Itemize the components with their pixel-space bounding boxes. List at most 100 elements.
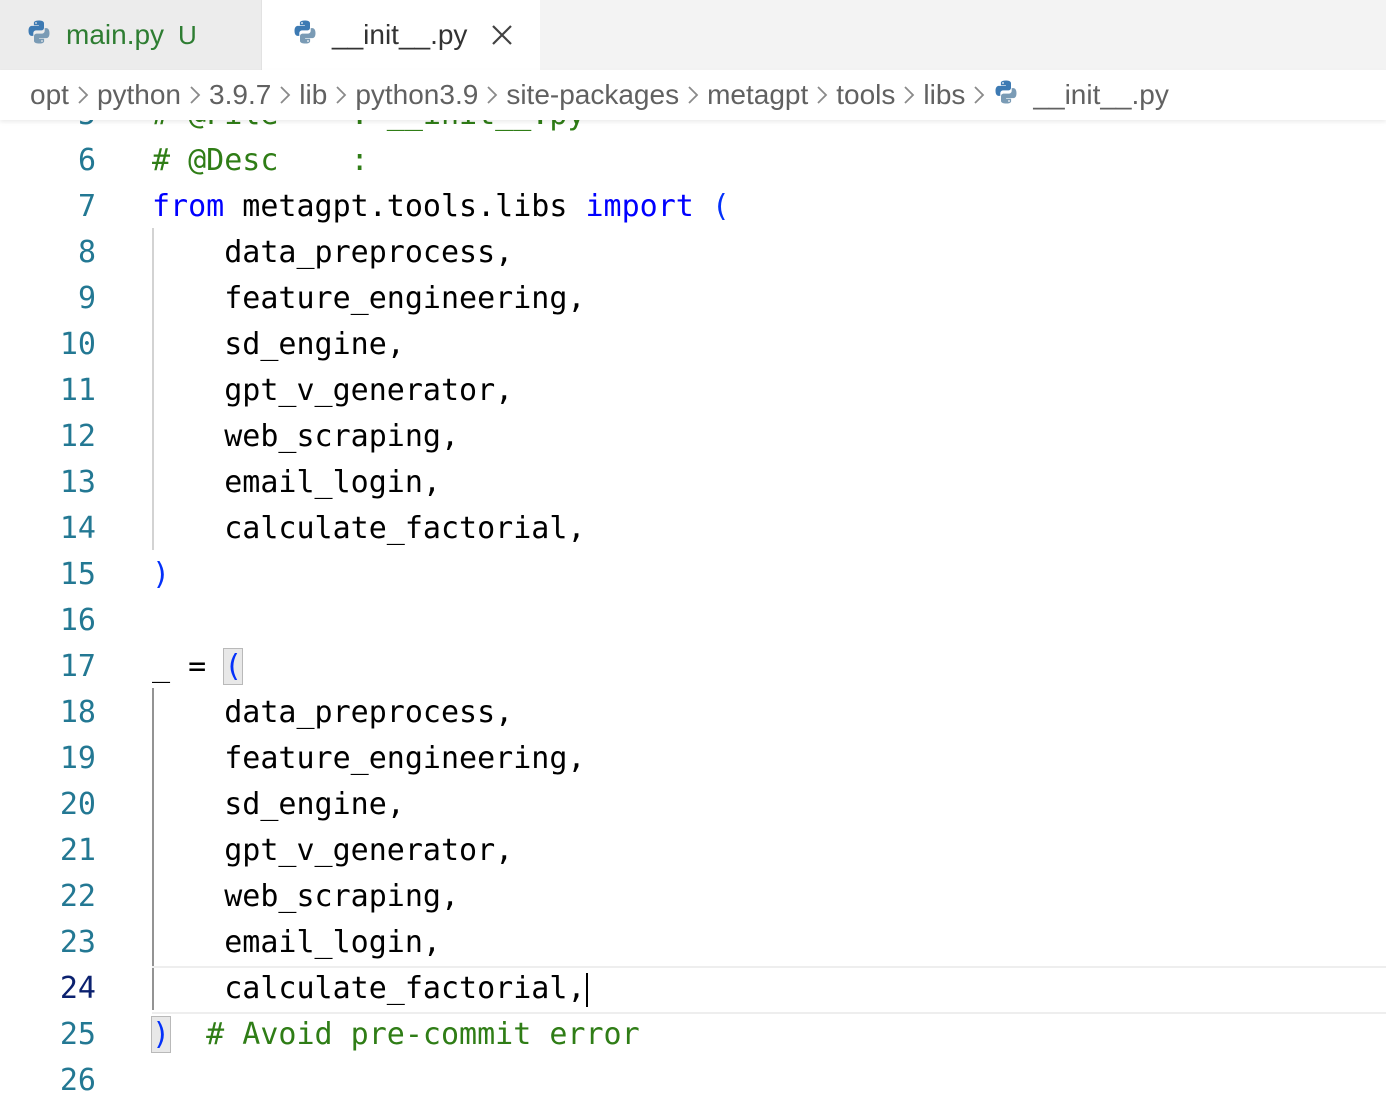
code-line[interactable]: 18 data_preprocess, [0,690,1386,736]
python-icon [26,19,52,52]
breadcrumb-item[interactable]: libs [923,79,965,111]
line-code: email_login, [152,920,441,966]
line-number: 20 [59,787,96,822]
code-line[interactable]: 21 gpt_v_generator, [0,828,1386,874]
breadcrumb-item[interactable]: opt [30,79,69,111]
chevron-right-icon [478,84,506,106]
line-code: sd_engine, [152,782,405,828]
line-number: 25 [59,1017,96,1052]
line-code: data_preprocess, [152,230,513,276]
line-number: 19 [59,741,96,776]
breadcrumb-item[interactable]: site-packages [506,79,679,111]
line-number: 16 [59,603,96,638]
line-code: gpt_v_generator, [152,828,513,874]
code-line[interactable]: 17 _ = ( [0,644,1386,690]
text-cursor [586,972,589,1007]
code-line[interactable]: 25) # Avoid pre-commit error [0,1012,1386,1058]
line-code: web_scraping, [152,414,459,460]
line-code: calculate_factorial, [152,506,585,552]
code-token: data_preprocess, [152,695,514,730]
keyword-token: import [585,189,694,224]
breadcrumb-item[interactable]: python [97,79,181,111]
line-code: feature_engineering, [152,736,585,782]
tab-main-py[interactable]: main.py U [0,0,262,70]
line-code: # @Desc : [152,138,369,184]
comment-token: # Avoid pre-commit error [170,1017,640,1052]
code-line[interactable]: 10 sd_engine, [0,322,1386,368]
code-line[interactable]: 24 calculate_factorial, [0,966,1386,1014]
line-code: ) [152,552,170,598]
bracket-token: ) [152,557,171,592]
code-line[interactable]: 9 feature_engineering, [0,276,1386,322]
line-code: gpt_v_generator, [152,368,513,414]
comment-token: # @File : __init__.py [152,120,585,138]
code-editor[interactable]: 5 # @File : __init__.py 6 # @Desc : 7 from me… [0,120,1386,1112]
code-line[interactable]: 26 [0,1058,1386,1104]
python-icon [292,19,318,52]
close-icon[interactable] [487,20,517,50]
line-number: 15 [59,557,96,592]
line-number: 10 [59,327,96,362]
code-line[interactable]: 11 gpt_v_generator, [0,368,1386,414]
breadcrumb-file-label: __init__.py [1033,79,1169,110]
code-token: feature_engineering, [152,281,586,316]
line-number: 24 [59,971,96,1006]
code-line[interactable]: 22 web_scraping, [0,874,1386,920]
line-number: 13 [59,465,96,500]
code-line[interactable]: 16 [0,598,1386,644]
code-token: feature_engineering, [152,741,586,776]
tab-main-py-label: main.py [66,19,165,50]
code-token: gpt_v_generator, [152,373,514,408]
code-line[interactable]: 15) [0,552,1386,598]
code-token: calculate_factorial, [152,511,586,546]
chevron-right-icon [69,84,97,106]
code-token: sd_engine, [152,787,405,822]
code-line[interactable]: 19 feature_engineering, [0,736,1386,782]
line-number: 5 [0,120,96,138]
line-code: ) # Avoid pre-commit error [150,1012,640,1058]
line-code: feature_engineering, [152,276,585,322]
code-line[interactable]: 20 sd_engine, [0,782,1386,828]
untracked-badge: U [178,19,197,50]
code-line[interactable]: 13 email_login, [0,460,1386,506]
chevron-right-icon [271,84,299,106]
line-code: from metagpt.tools.libs import ( [152,184,730,230]
line-number: 8 [77,235,96,270]
code-line[interactable]: 6 # @Desc : [0,138,1386,184]
chevron-right-icon [679,84,707,106]
code-line[interactable]: 23 email_login, [0,920,1386,966]
breadcrumb-item[interactable]: python3.9 [355,79,478,111]
code-line[interactable]: 8 data_preprocess, [0,230,1386,276]
keyword-token: from [152,189,225,224]
breadcrumb-file[interactable]: __init__.py [993,79,1169,112]
line-code: _ = ( [152,644,244,690]
line-number: 17 [59,649,96,684]
matched-bracket-token: ( [223,648,244,685]
line-code: web_scraping, [152,874,459,920]
code-token: web_scraping, [152,879,460,914]
line-code: email_login, [152,460,441,506]
code-token: calculate_factorial, [152,971,586,1006]
tab-init-py[interactable]: __init__.py [262,0,540,70]
line-number: 26 [59,1063,96,1098]
code-line[interactable]: 14 calculate_factorial, [0,506,1386,552]
chevron-right-icon [181,84,209,106]
breadcrumb-item[interactable]: metagpt [707,79,808,111]
matched-bracket-token: ) [150,1016,172,1053]
editor-tab-bar: main.py U __init__.py [0,0,1386,70]
python-icon [993,79,1019,112]
line-number: 7 [77,189,96,224]
breadcrumb-item[interactable]: tools [836,79,895,111]
line-number: 18 [59,695,96,730]
line-number: 9 [77,281,96,316]
code-line[interactable]: 7 from metagpt.tools.libs import ( [0,184,1386,230]
line-number: 22 [59,879,96,914]
breadcrumb-item[interactable]: 3.9.7 [209,79,271,111]
code-line[interactable]: 12 web_scraping, [0,414,1386,460]
code-token: data_preprocess, [152,235,514,270]
code-line-partial: 5 # @File : __init__.py [0,120,1386,138]
breadcrumb-item[interactable]: lib [299,79,327,111]
line-number: 11 [59,373,96,408]
comment-token: # @Desc : [152,143,369,178]
